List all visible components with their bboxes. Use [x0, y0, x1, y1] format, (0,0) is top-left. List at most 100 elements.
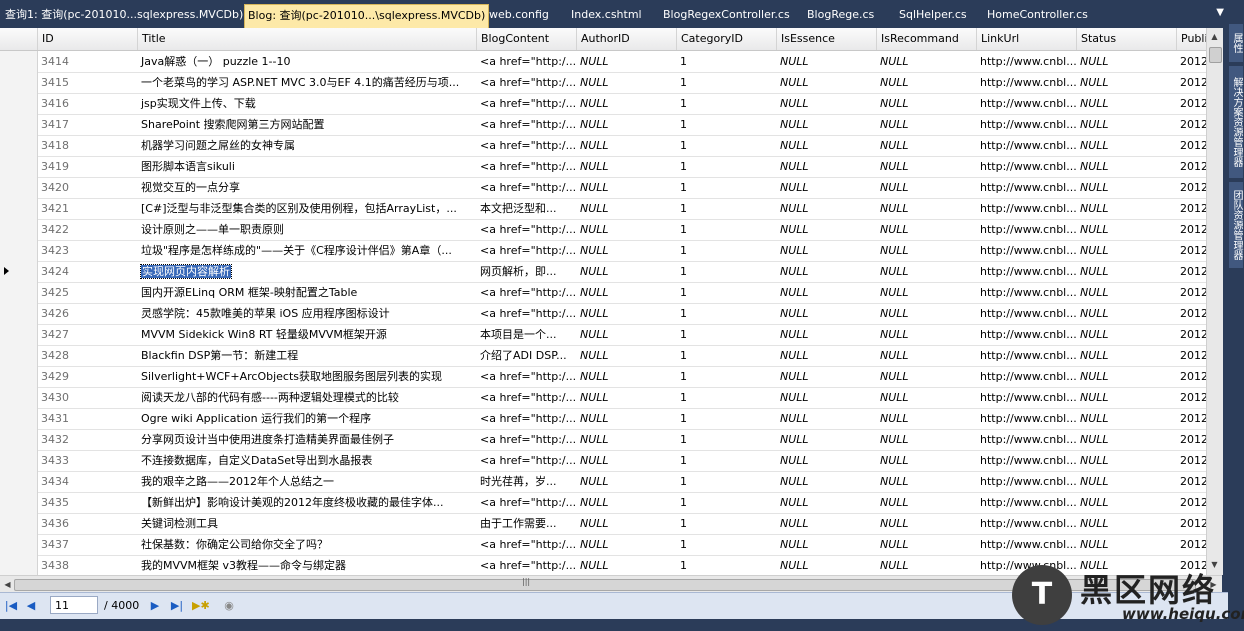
cell-categoryid[interactable]: 1: [676, 72, 776, 93]
cell-categoryid[interactable]: 1: [676, 219, 776, 240]
cell-isrecommand[interactable]: NULL: [876, 72, 976, 93]
cell-blogcontent[interactable]: <a href="http:/...: [476, 135, 576, 156]
cell-id[interactable]: 3433: [37, 450, 137, 471]
cell-status[interactable]: NULL: [1076, 282, 1176, 303]
cell-authorid[interactable]: NULL: [576, 114, 676, 135]
row-selector[interactable]: [0, 345, 38, 366]
cell-blogcontent[interactable]: <a href="http:/...: [476, 219, 576, 240]
tab-2[interactable]: web.config: [486, 5, 552, 25]
cell-id[interactable]: 3438: [37, 555, 137, 575]
table-row[interactable]: 3423 垃圾"程序是怎样练成的"——关于《C程序设计伴侣》第A章（... <a h…: [0, 240, 1222, 262]
cell-title[interactable]: SharePoint 搜索爬网第三方网站配置: [137, 114, 476, 135]
cell-categoryid[interactable]: 1: [676, 156, 776, 177]
cell-status[interactable]: NULL: [1076, 471, 1176, 492]
cell-id[interactable]: 3420: [37, 177, 137, 198]
cell-title[interactable]: 灵感学院：45款唯美的苹果 iOS 应用程序图标设计: [137, 303, 476, 324]
cell-status[interactable]: NULL: [1076, 492, 1176, 513]
cell-id[interactable]: 3425: [37, 282, 137, 303]
cell-isessence[interactable]: NULL: [776, 135, 876, 156]
row-selector[interactable]: [0, 177, 38, 198]
cell-authorid[interactable]: NULL: [576, 555, 676, 575]
cell-title[interactable]: Blackfin DSP第一节：新建工程: [137, 345, 476, 366]
cell-isrecommand[interactable]: NULL: [876, 114, 976, 135]
next-record-button[interactable]: ▶: [148, 598, 162, 614]
cell-blogcontent[interactable]: <a href="http:/...: [476, 177, 576, 198]
cell-id[interactable]: 3422: [37, 219, 137, 240]
table-row[interactable]: 3424 实现网页内容解析 网页解析，即... NULL 1 NULL NULL http:/…: [0, 261, 1222, 283]
cell-authorid[interactable]: NULL: [576, 177, 676, 198]
cell-blogcontent[interactable]: 介绍了ADI DSP...: [476, 345, 576, 366]
cell-linkurl[interactable]: http://www.cnbl...: [976, 93, 1076, 114]
cell-linkurl[interactable]: http://www.cnbl...: [976, 303, 1076, 324]
cell-id[interactable]: 3428: [37, 345, 137, 366]
cell-status[interactable]: NULL: [1076, 198, 1176, 219]
column-header-blogcontent[interactable]: BlogContent: [476, 28, 576, 50]
cell-blogcontent[interactable]: <a href="http:/...: [476, 51, 576, 72]
cell-linkurl[interactable]: http://www.cnbl...: [976, 429, 1076, 450]
cell-status[interactable]: NULL: [1076, 450, 1176, 471]
cell-authorid[interactable]: NULL: [576, 219, 676, 240]
cell-id[interactable]: 3421: [37, 198, 137, 219]
cell-linkurl[interactable]: http://www.cnbl...: [976, 408, 1076, 429]
cell-isrecommand[interactable]: NULL: [876, 471, 976, 492]
cell-isessence[interactable]: NULL: [776, 387, 876, 408]
cell-title[interactable]: 不连接数据库，自定义DataSet导出到水晶报表: [137, 450, 476, 471]
cell-blogcontent[interactable]: <a href="http:/...: [476, 114, 576, 135]
cell-status[interactable]: NULL: [1076, 261, 1176, 282]
cell-isessence[interactable]: NULL: [776, 240, 876, 261]
new-record-button[interactable]: ▶✱: [192, 598, 210, 614]
cell-categoryid[interactable]: 1: [676, 450, 776, 471]
cell-linkurl[interactable]: http://www.cnbl...: [976, 345, 1076, 366]
cell-id[interactable]: 3423: [37, 240, 137, 261]
table-row[interactable]: 3417 SharePoint 搜索爬网第三方网站配置 <a href="http:…: [0, 114, 1222, 136]
cell-authorid[interactable]: NULL: [576, 324, 676, 345]
cell-title[interactable]: 实现网页内容解析: [137, 261, 476, 282]
cell-status[interactable]: NULL: [1076, 534, 1176, 555]
cell-blogcontent[interactable]: <a href="http:/...: [476, 387, 576, 408]
column-header-categoryid[interactable]: CategoryID: [676, 28, 776, 50]
cell-isrecommand[interactable]: NULL: [876, 282, 976, 303]
cell-isrecommand[interactable]: NULL: [876, 261, 976, 282]
cell-isrecommand[interactable]: NULL: [876, 450, 976, 471]
row-selector[interactable]: [0, 93, 38, 114]
cell-isessence[interactable]: NULL: [776, 429, 876, 450]
cell-categoryid[interactable]: 1: [676, 51, 776, 72]
cell-blogcontent[interactable]: <a href="http:/...: [476, 534, 576, 555]
cell-isessence[interactable]: NULL: [776, 93, 876, 114]
cell-categoryid[interactable]: 1: [676, 513, 776, 534]
table-row[interactable]: 3434 我的艰辛之路——2012年个人总结之一 时光荏苒，岁... NULL 1 NUL…: [0, 471, 1222, 493]
cell-status[interactable]: NULL: [1076, 219, 1176, 240]
cell-categoryid[interactable]: 1: [676, 261, 776, 282]
cell-linkurl[interactable]: http://www.cnbl...: [976, 513, 1076, 534]
cell-isrecommand[interactable]: NULL: [876, 177, 976, 198]
cell-status[interactable]: NULL: [1076, 429, 1176, 450]
row-selector[interactable]: [0, 366, 38, 387]
column-header-status[interactable]: Status: [1076, 28, 1176, 50]
tab-dropdown-icon[interactable]: ▼: [1216, 7, 1224, 18]
cell-authorid[interactable]: NULL: [576, 534, 676, 555]
table-row[interactable]: 3431 Ogre wiki Application 运行我们的第一个程序 <a h…: [0, 408, 1222, 430]
cell-isrecommand[interactable]: NULL: [876, 345, 976, 366]
cell-blogcontent[interactable]: 本文把泛型和...: [476, 198, 576, 219]
cell-isrecommand[interactable]: NULL: [876, 429, 976, 450]
cell-categoryid[interactable]: 1: [676, 282, 776, 303]
cell-isessence[interactable]: NULL: [776, 156, 876, 177]
cell-isessence[interactable]: NULL: [776, 198, 876, 219]
cell-isrecommand[interactable]: NULL: [876, 51, 976, 72]
cell-isessence[interactable]: NULL: [776, 471, 876, 492]
row-selector[interactable]: [0, 219, 38, 240]
cell-id[interactable]: 3415: [37, 72, 137, 93]
cell-linkurl[interactable]: http://www.cnbl...: [976, 282, 1076, 303]
cell-title[interactable]: 关键词检测工具: [137, 513, 476, 534]
tab-7[interactable]: HomeController.cs: [984, 5, 1091, 25]
cell-authorid[interactable]: NULL: [576, 366, 676, 387]
cell-categoryid[interactable]: 1: [676, 534, 776, 555]
cell-status[interactable]: NULL: [1076, 177, 1176, 198]
row-selector[interactable]: [0, 240, 38, 261]
row-selector[interactable]: [0, 387, 38, 408]
cell-isrecommand[interactable]: NULL: [876, 366, 976, 387]
cell-status[interactable]: NULL: [1076, 135, 1176, 156]
cell-linkurl[interactable]: http://www.cnbl...: [976, 387, 1076, 408]
cell-isrecommand[interactable]: NULL: [876, 135, 976, 156]
cell-authorid[interactable]: NULL: [576, 51, 676, 72]
